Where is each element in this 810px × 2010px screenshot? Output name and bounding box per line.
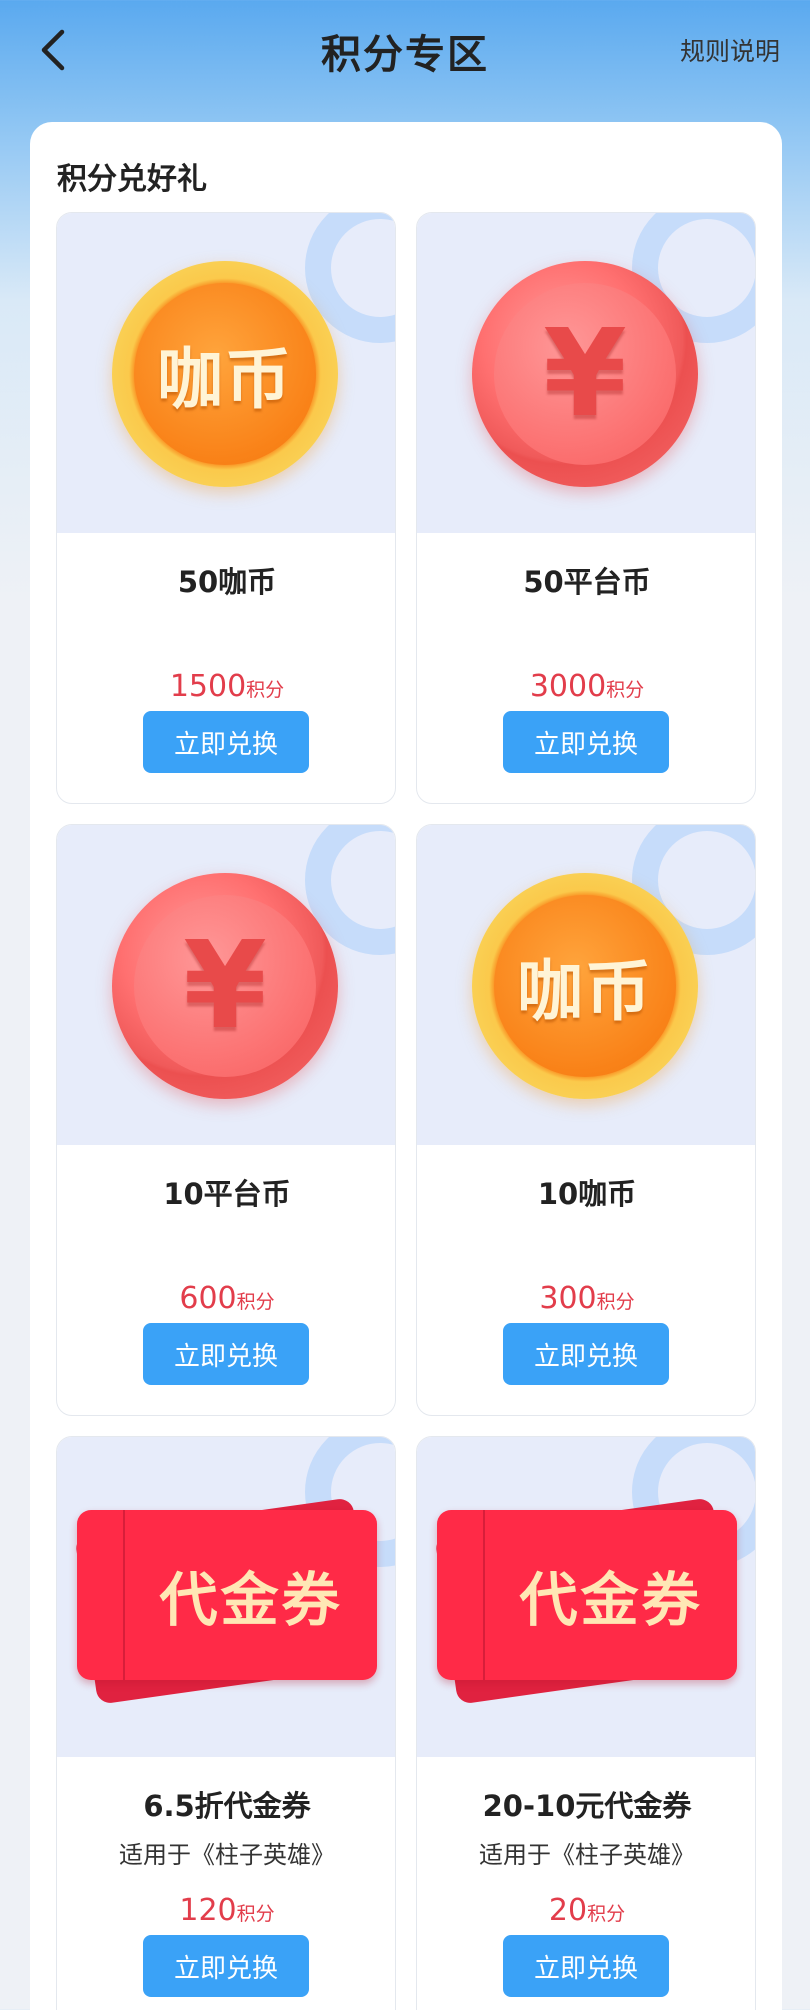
product-image: 代金券: [417, 1437, 755, 1757]
product-price: 120积分: [179, 1893, 275, 1928]
product-price: 300积分: [539, 1281, 635, 1316]
product-card[interactable]: 代金券 20-10元代金券 适用于《柱子英雄》 20积分 立即兑换: [416, 1436, 756, 2010]
coffee-coin-icon: 咖币: [472, 873, 698, 1099]
section-title: 积分兑好礼: [57, 162, 207, 197]
voucher-icon: 代金券: [74, 1492, 377, 1705]
product-card[interactable]: ¥ 50平台币 3000积分 立即兑换: [416, 212, 756, 804]
product-card[interactable]: 代金券 6.5折代金券 适用于《柱子英雄》 120积分 立即兑换: [56, 1436, 396, 2010]
redeem-button[interactable]: 立即兑换: [503, 1935, 669, 1997]
redeem-button[interactable]: 立即兑换: [503, 711, 669, 773]
redeem-button[interactable]: 立即兑换: [143, 1935, 309, 1997]
product-image: ¥: [57, 825, 395, 1145]
product-name: 50咖币: [177, 565, 277, 599]
product-price: 600积分: [179, 1281, 275, 1316]
top-bar: 积分专区 规则说明: [0, 0, 810, 100]
platform-coin-icon: ¥: [472, 261, 698, 487]
product-price: 3000积分: [529, 669, 645, 704]
product-price: 1500积分: [169, 669, 285, 704]
product-image: 咖币: [417, 825, 755, 1145]
product-price: 20积分: [548, 1893, 626, 1928]
redeem-button[interactable]: 立即兑换: [143, 711, 309, 773]
product-image: ¥: [417, 213, 755, 533]
product-card[interactable]: 咖币 10咖币 300积分 立即兑换: [416, 824, 756, 1416]
product-image: 代金券: [57, 1437, 395, 1757]
redeem-button[interactable]: 立即兑换: [143, 1323, 309, 1385]
product-card[interactable]: ¥ 10平台币 600积分 立即兑换: [56, 824, 396, 1416]
product-name: 10咖币: [537, 1177, 637, 1211]
product-name: 10平台币: [163, 1177, 291, 1211]
voucher-icon: 代金券: [434, 1492, 737, 1705]
redeem-button[interactable]: 立即兑换: [503, 1323, 669, 1385]
product-subtitle: 适用于《柱子英雄》: [119, 1841, 335, 1869]
product-name: 50平台币: [523, 565, 651, 599]
coffee-coin-icon: 咖币: [112, 261, 338, 487]
product-card[interactable]: 咖币 50咖币 1500积分 立即兑换: [56, 212, 396, 804]
rewards-panel: 积分兑好礼 咖币 50咖币 1500积分 立即兑换 ¥ 50平台币 3000积分…: [30, 122, 782, 2010]
product-name: 6.5折代金券: [143, 1789, 311, 1823]
rules-link[interactable]: 规则说明: [680, 32, 780, 68]
product-image: 咖币: [57, 213, 395, 533]
product-subtitle: 适用于《柱子英雄》: [479, 1841, 695, 1869]
product-name: 20-10元代金券: [482, 1789, 692, 1823]
platform-coin-icon: ¥: [112, 873, 338, 1099]
